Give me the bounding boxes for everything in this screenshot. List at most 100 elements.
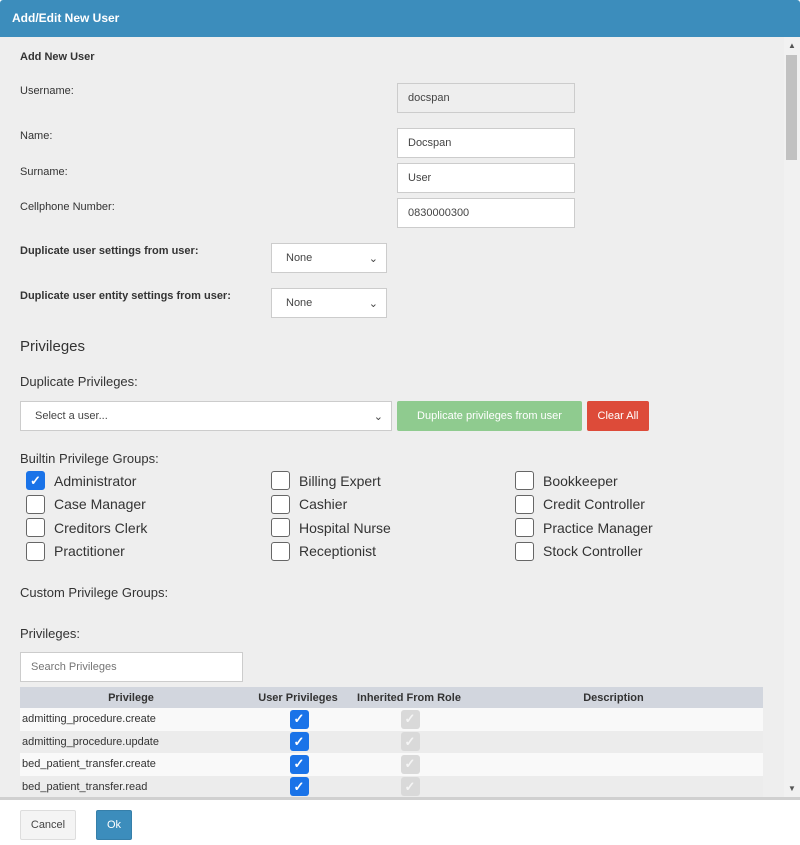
- group-checkbox-administrator[interactable]: ✓ Administrator: [26, 471, 136, 490]
- group-label: Creditors Clerk: [54, 519, 148, 536]
- checkbox-icon[interactable]: [515, 494, 534, 514]
- scrollbar[interactable]: ▲ ▼: [784, 37, 800, 797]
- group-checkbox-billing-expert[interactable]: Billing Expert: [271, 471, 381, 490]
- dup-settings-select[interactable]: None ⌄: [271, 243, 387, 273]
- username-field[interactable]: docspan: [397, 83, 575, 113]
- group-checkbox-stock-controller[interactable]: Stock Controller: [515, 541, 643, 561]
- group-checkbox-credit-controller[interactable]: Credit Controller: [515, 494, 645, 514]
- cellphone-field[interactable]: 0830000300: [397, 198, 575, 228]
- chevron-down-icon: ⌄: [368, 252, 378, 265]
- inherited-cell: ✓: [354, 708, 464, 731]
- group-label: Practitioner: [54, 543, 125, 559]
- privilege-name: admitting_procedure.update: [20, 730, 242, 753]
- chevron-down-icon: ⌄: [373, 410, 383, 423]
- checkbox-icon[interactable]: [515, 518, 534, 537]
- group-checkbox-practice-manager[interactable]: Practice Manager: [515, 518, 653, 537]
- table-row: admitting_procedure.update ✓ ✓: [20, 730, 763, 753]
- privilege-name: admitting_procedure.create: [20, 708, 242, 731]
- group-label: Practice Manager: [543, 519, 653, 536]
- group-label: Hospital Nurse: [299, 519, 391, 536]
- user-privilege-checkbox[interactable]: ✓: [289, 777, 309, 797]
- checkbox-icon[interactable]: [271, 471, 290, 490]
- group-label: Administrator: [54, 472, 137, 489]
- dup-settings-value: None: [286, 252, 313, 264]
- group-label: Stock Controller: [543, 543, 643, 559]
- description: [464, 753, 763, 776]
- description: [464, 775, 763, 797]
- dup-entity-select[interactable]: None ⌄: [271, 288, 387, 318]
- checkbox-icon[interactable]: [26, 494, 45, 514]
- privileges-list-label: Privileges:: [20, 626, 80, 641]
- clear-all-button[interactable]: Clear All: [587, 401, 649, 431]
- inherited-cell: ✓: [354, 753, 464, 776]
- col-privilege[interactable]: Privilege: [20, 687, 242, 708]
- name-field[interactable]: Docspan: [397, 128, 575, 158]
- inherited-checkbox: ✓: [400, 777, 420, 797]
- username-label: Username:: [20, 85, 74, 97]
- group-label: Case Manager: [54, 496, 146, 512]
- inherited-checkbox: ✓: [400, 732, 420, 752]
- scroll-down-icon[interactable]: ▼: [788, 784, 796, 793]
- inherited-checkbox: ✓: [400, 709, 420, 729]
- group-checkbox-practitioner[interactable]: Practitioner: [26, 541, 125, 561]
- cancel-button[interactable]: Cancel: [20, 810, 76, 840]
- col-inherited[interactable]: Inherited From Role: [354, 687, 464, 708]
- col-user-privileges[interactable]: User Privileges: [242, 687, 354, 708]
- user-privilege-cell: ✓: [242, 775, 354, 797]
- scroll-up-icon[interactable]: ▲: [788, 41, 796, 50]
- table-row: bed_patient_transfer.create ✓ ✓: [20, 753, 763, 776]
- dialog-body: Add New User Username: docspan Name: Doc…: [0, 37, 784, 797]
- checkbox-icon[interactable]: ✓: [26, 471, 45, 490]
- checkbox-icon[interactable]: [26, 518, 45, 537]
- privileges-table: Privilege User Privileges Inherited From…: [20, 687, 763, 797]
- cellphone-label: Cellphone Number:: [20, 201, 115, 213]
- checkbox-icon[interactable]: [271, 518, 290, 537]
- group-checkbox-bookkeeper[interactable]: Bookkeeper: [515, 471, 618, 490]
- dup-settings-label: Duplicate user settings from user:: [20, 245, 199, 257]
- checkbox-icon[interactable]: [515, 541, 534, 561]
- group-checkbox-cashier[interactable]: Cashier: [271, 494, 348, 514]
- group-checkbox-receptionist[interactable]: Receptionist: [271, 541, 376, 561]
- privilege-name: bed_patient_transfer.create: [20, 753, 242, 776]
- group-label: Billing Expert: [299, 472, 381, 489]
- ok-button[interactable]: Ok: [96, 810, 132, 840]
- dup-entity-value: None: [286, 297, 313, 309]
- dialog-title: Add/Edit New User: [0, 0, 800, 37]
- duplicate-privileges-label: Duplicate Privileges:: [20, 374, 138, 389]
- table-row: bed_patient_transfer.read ✓ ✓: [20, 775, 763, 797]
- group-label: Credit Controller: [543, 496, 645, 512]
- dup-entity-label: Duplicate user entity settings from user…: [20, 290, 231, 302]
- description: [464, 730, 763, 753]
- inherited-cell: ✓: [354, 730, 464, 753]
- col-description[interactable]: Description: [464, 687, 763, 708]
- checkbox-icon[interactable]: [26, 541, 45, 561]
- checkbox-icon[interactable]: [271, 541, 290, 561]
- chevron-down-icon: ⌄: [368, 297, 378, 310]
- user-privilege-checkbox[interactable]: ✓: [289, 732, 309, 752]
- group-checkbox-hospital-nurse[interactable]: Hospital Nurse: [271, 518, 391, 537]
- duplicate-privileges-button[interactable]: Duplicate privileges from user: [397, 401, 582, 431]
- privileges-heading: Privileges: [20, 338, 86, 355]
- user-privilege-cell: ✓: [242, 708, 354, 731]
- checkbox-icon[interactable]: [271, 494, 290, 514]
- user-privilege-checkbox[interactable]: ✓: [289, 754, 309, 774]
- builtin-groups-label: Builtin Privilege Groups:: [20, 451, 159, 466]
- search-privileges-input[interactable]: [20, 652, 243, 682]
- duplicate-privileges-placeholder: Select a user...: [35, 410, 108, 422]
- name-label: Name:: [20, 130, 53, 142]
- surname-field[interactable]: User: [397, 163, 575, 193]
- group-label: Bookkeeper: [543, 472, 618, 489]
- group-checkbox-case-manager[interactable]: Case Manager: [26, 494, 146, 514]
- description: [464, 708, 763, 731]
- duplicate-privileges-select[interactable]: Select a user... ⌄: [20, 401, 392, 431]
- group-label: Cashier: [299, 496, 348, 512]
- group-checkbox-creditors-clerk[interactable]: Creditors Clerk: [26, 518, 147, 537]
- inherited-checkbox: ✓: [400, 754, 420, 774]
- section-title: Add New User: [20, 51, 95, 63]
- surname-label: Surname:: [20, 166, 68, 178]
- user-privilege-checkbox[interactable]: ✓: [289, 709, 309, 729]
- checkbox-icon[interactable]: [515, 471, 534, 490]
- scrollbar-thumb[interactable]: [786, 55, 797, 160]
- inherited-cell: ✓: [354, 775, 464, 797]
- custom-groups-label: Custom Privilege Groups:: [20, 585, 169, 600]
